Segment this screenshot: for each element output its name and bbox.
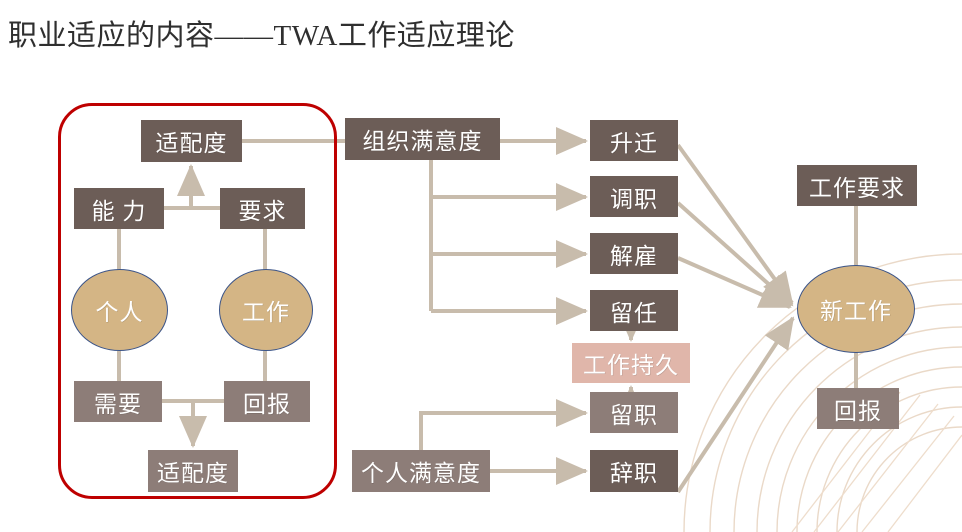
node-new-job[interactable]: 新工作 (797, 265, 915, 353)
edge-resign-newjob (676, 316, 795, 494)
node-requirement[interactable]: 要求 (220, 188, 305, 229)
node-need[interactable]: 需要 (74, 381, 162, 422)
node-stay[interactable]: 留职 (590, 392, 678, 433)
node-job-tenure[interactable]: 工作持久 (572, 343, 690, 383)
edge-transfer-newjob (676, 201, 794, 307)
node-org-satisfaction[interactable]: 组织满意度 (345, 118, 500, 160)
node-job-demand[interactable]: 工作要求 (797, 165, 917, 206)
edge-promotion-newjob (676, 143, 794, 305)
node-ability[interactable]: 能 力 (74, 188, 164, 229)
decorative-arcs (683, 253, 962, 532)
node-dismissal[interactable]: 解雇 (590, 233, 678, 274)
node-job[interactable]: 工作 (219, 269, 313, 351)
node-self-satisfaction[interactable]: 个人满意度 (352, 450, 490, 492)
node-reward[interactable]: 回报 (224, 381, 310, 422)
node-new-reward[interactable]: 回报 (817, 388, 899, 429)
node-person[interactable]: 个人 (71, 269, 168, 351)
slide-canvas: 职业适应的内容——TWA工作适应理论 适配度 能 力 要求 个人 工作 需要 回… (0, 0, 962, 532)
edge-dismissal-newjob (677, 256, 792, 309)
node-resign[interactable]: 辞职 (590, 450, 678, 492)
page-title: 职业适应的内容——TWA工作适应理论 (8, 20, 515, 52)
node-retention[interactable]: 留任 (590, 290, 678, 331)
node-promotion[interactable]: 升迁 (590, 120, 678, 161)
node-transfer[interactable]: 调职 (590, 176, 678, 217)
node-fit-top[interactable]: 适配度 (141, 120, 242, 162)
node-fit-bottom[interactable]: 适配度 (148, 450, 238, 492)
edge-self-stay (419, 399, 588, 450)
